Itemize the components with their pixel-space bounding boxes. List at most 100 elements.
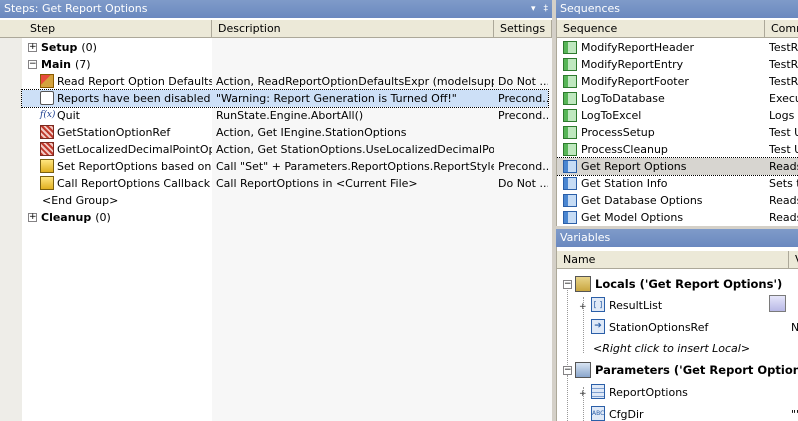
variable-row-cfgdir[interactable]: ABC CfgDir "" [557, 404, 798, 421]
step-description: Action, Get StationOptions.UseLocalizedD… [216, 143, 494, 156]
step-description: RunState.Engine.AbortAll() [216, 109, 364, 122]
sequence-comment: Reads [769, 160, 798, 173]
sequence-comment: Logs t [769, 109, 798, 122]
step-settings [498, 141, 548, 158]
sequence-icon [563, 177, 577, 190]
insert-local-text: <Right click to insert Local> [593, 342, 751, 355]
step-row[interactable]: Reports have been disabled! "Warning: Rep… [21, 89, 549, 108]
variables-pane-title: Variables [560, 231, 611, 244]
sequence-row[interactable]: Get Report Options Reads [557, 157, 798, 176]
sequence-row[interactable]: ModifyReportEntry TestR [557, 56, 798, 73]
column-header-settings[interactable]: Settings [494, 20, 552, 37]
column-header-step[interactable]: Step [0, 20, 212, 37]
sequence-icon [563, 58, 577, 71]
sequence-comment: TestR [769, 58, 798, 71]
vertical-splitter[interactable] [552, 0, 556, 421]
sequence-row[interactable]: ModifyReportFooter TestR [557, 73, 798, 90]
statement-fx-icon: f(x) [40, 110, 56, 120]
step-group-row[interactable]: − Main (7) [0, 56, 552, 73]
step-name: Main [41, 58, 71, 71]
sequence-row[interactable]: LogToDatabase Execu [557, 90, 798, 107]
step-row[interactable]: f(x) Quit RunState.Engine.AbortAll() Precon… [0, 107, 552, 124]
step-count: (0) [95, 211, 111, 224]
step-settings [498, 56, 548, 73]
step-count: (7) [74, 58, 91, 71]
step-name: Setup [41, 41, 78, 54]
sequence-name: ModifyReportEntry [581, 58, 684, 71]
step-settings: Precond... [498, 160, 548, 173]
sequence-comment: Test U [769, 143, 798, 156]
locals-label: Locals ('Get Report Options') [595, 277, 783, 291]
expand-icon[interactable]: + [28, 213, 37, 222]
collapse-icon[interactable]: − [563, 366, 572, 375]
step-row[interactable]: GetStationOptionRef Action, Get IEngine.S… [0, 124, 552, 141]
step-row[interactable]: Set ReportOptions based on R... Call "Set… [0, 158, 552, 175]
expand-icon[interactable]: + [579, 386, 587, 403]
sequence-row[interactable]: ProcessSetup Test U [557, 124, 798, 141]
locals-row[interactable]: − Locals ('Get Report Options') [557, 274, 798, 294]
sequence-name: ModifyReportFooter [581, 75, 689, 88]
step-row[interactable]: Call ReportOptions Callback Call ReportOp… [0, 175, 552, 192]
sequence-comment: TestR [769, 75, 798, 88]
column-header-sequence[interactable]: Sequence [557, 20, 765, 37]
step-settings [498, 192, 548, 209]
container-icon [591, 384, 605, 399]
sequence-icon [563, 194, 577, 207]
sequence-icon [563, 211, 577, 224]
sequence-row[interactable]: ProcessCleanup Test U [557, 141, 798, 158]
sequence-name: ProcessCleanup [581, 143, 668, 156]
column-header-name[interactable]: Name [557, 251, 789, 268]
column-header-comment[interactable]: Comm [765, 20, 798, 37]
step-settings [498, 124, 548, 141]
insert-local-hint[interactable]: <Right click to insert Local> [557, 339, 798, 357]
step-group-row[interactable]: + Setup (0) [0, 39, 552, 56]
sequence-row[interactable]: Get Database Options Reads [557, 192, 798, 209]
sequence-name: Get Report Options [581, 160, 687, 173]
sequence-row[interactable]: Get Station Info Sets t [557, 175, 798, 192]
action-step-icon [40, 125, 54, 139]
expand-icon[interactable]: + [579, 299, 587, 316]
step-description [216, 56, 494, 73]
variable-row-resultlist[interactable]: + [ ] ResultList [557, 295, 798, 315]
step-row[interactable]: GetLocalizedDecimalPointOpti... Action, G… [0, 141, 552, 158]
step-name: Set ReportOptions based on R... [57, 160, 212, 173]
collapse-icon[interactable]: − [563, 280, 572, 289]
sequence-name: ProcessSetup [581, 126, 655, 139]
step-settings: Do Not ... [498, 75, 548, 88]
sequence-row[interactable]: Get Model Options Reads [557, 209, 798, 226]
step-settings [498, 39, 548, 56]
sequence-name: Get Database Options [581, 194, 703, 207]
steps-gutter [0, 38, 22, 421]
column-header-value[interactable]: V [789, 251, 798, 268]
step-name: Quit [57, 109, 80, 122]
variable-value-stationoptionsref: N [791, 319, 798, 336]
step-row[interactable]: Read Report Option Defaults Action, ReadR… [0, 73, 552, 90]
browse-icon[interactable] [769, 295, 786, 312]
step-name: Call ReportOptions Callback [57, 177, 211, 190]
variable-row-stationoptionsref[interactable]: ➔ StationOptionsRef N [557, 317, 798, 337]
step-row[interactable]: <End Group> [0, 192, 552, 209]
dropdown-icon[interactable]: ▾ [531, 0, 536, 18]
step-description [216, 192, 494, 209]
column-header-description[interactable]: Description [212, 20, 494, 37]
variable-name-resultlist: ResultList [609, 299, 663, 312]
string-icon: ABC [591, 406, 605, 421]
expand-icon[interactable]: + [28, 43, 37, 52]
pin-icon[interactable]: ‡ [544, 0, 549, 18]
sequence-call-icon [40, 176, 54, 190]
sequence-row[interactable]: LogToExcel Logs t [557, 107, 798, 124]
array-icon: [ ] [591, 297, 605, 312]
parameters-row[interactable]: − Parameters ('Get Report Options') [557, 360, 798, 380]
steps-pane-title-bar: Steps: Get Report Options ▾ ‡ [0, 0, 552, 18]
sequence-comment: Sets t [769, 177, 798, 190]
collapse-icon[interactable]: − [28, 60, 37, 69]
steps-grid-header: Step Description Settings [0, 20, 552, 38]
horizontal-splitter[interactable] [556, 226, 798, 229]
sequence-icon [563, 92, 577, 105]
step-group-row[interactable]: + Cleanup (0) [0, 209, 552, 226]
step-settings: Do Not ... [498, 177, 548, 190]
sequence-comment: TestR [769, 41, 798, 54]
sequence-row[interactable]: ModifyReportHeader TestR [557, 39, 798, 56]
sequences-grid-header: Sequence Comm [557, 20, 798, 38]
variable-row-reportoptions[interactable]: + ReportOptions [557, 382, 798, 402]
